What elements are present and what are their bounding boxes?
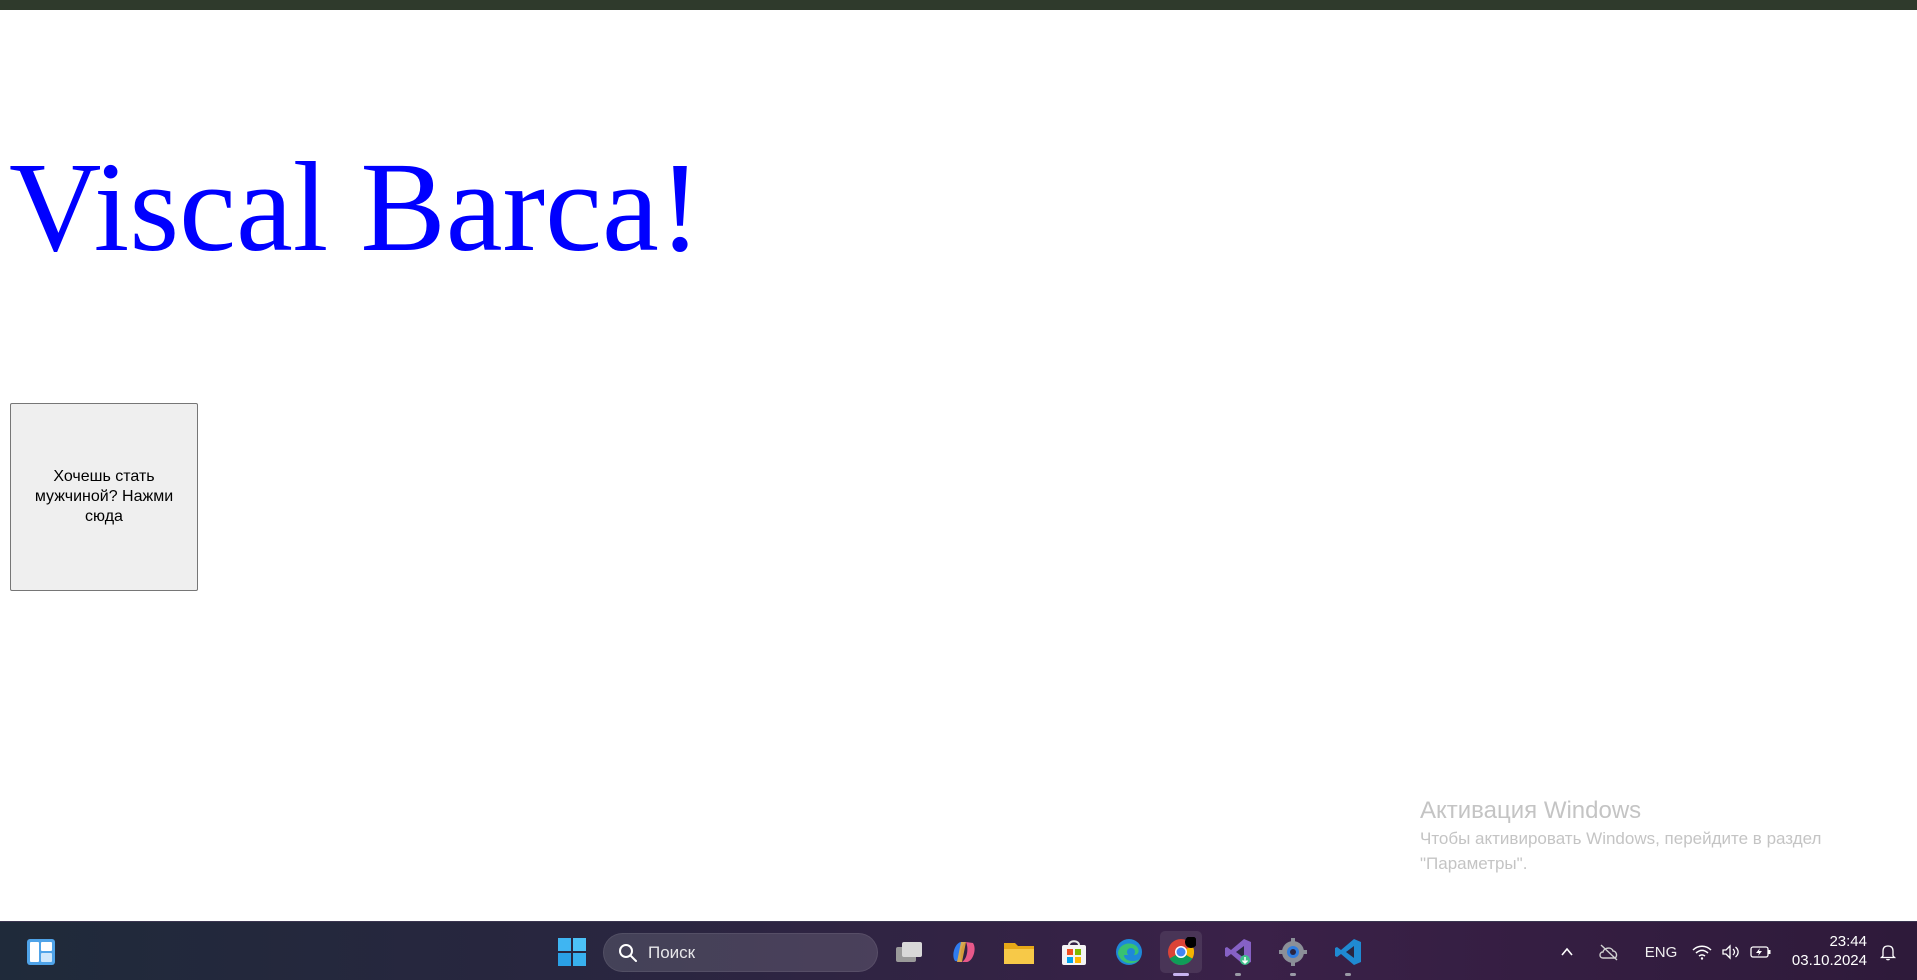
network-button[interactable]: [1690, 940, 1714, 964]
watermark-line-2: "Параметры".: [1420, 854, 1528, 873]
windows-activation-watermark: Активация Windows Чтобы активировать Win…: [1420, 796, 1821, 876]
notifications-button[interactable]: [1876, 940, 1900, 964]
running-indicator: [1345, 973, 1351, 976]
edge-button[interactable]: [1108, 931, 1150, 973]
microsoft-store-button[interactable]: [1053, 931, 1095, 973]
web-page: Viscal Barca! Хочешь стать мужчиной? Наж…: [0, 10, 1917, 921]
running-indicator: [1290, 973, 1296, 976]
visual-studio-icon: [1225, 939, 1251, 965]
microsoft-store-icon: [1062, 940, 1086, 965]
taskbar: Поиск ENG 23:44 03.10.2024: [0, 921, 1917, 980]
widgets-icon[interactable]: [20, 931, 62, 973]
cloud-off-icon: [1599, 944, 1618, 961]
bell-icon: [1879, 945, 1897, 961]
clock-time: 23:44: [1829, 933, 1867, 950]
start-button[interactable]: [551, 931, 593, 973]
watermark-title: Активация Windows: [1420, 797, 1642, 824]
become-man-button[interactable]: Хочешь стать мужчиной? Нажми сюда: [10, 403, 198, 591]
watermark-line-1: Чтобы активировать Windows, перейдите в …: [1420, 829, 1822, 848]
active-indicator: [1173, 973, 1189, 976]
file-explorer-icon: [1004, 943, 1034, 964]
windows-logo-icon: [558, 938, 586, 966]
settings-button[interactable]: [1272, 931, 1314, 976]
wifi-icon: [1692, 945, 1712, 960]
task-view-icon: [896, 942, 922, 962]
file-explorer-button[interactable]: [998, 931, 1040, 973]
volume-button[interactable]: [1719, 940, 1743, 964]
chrome-button[interactable]: [1160, 931, 1202, 976]
search-placeholder: Поиск: [648, 942, 696, 962]
vscode-icon: [1335, 939, 1361, 965]
page-heading: Viscal Barca!: [9, 136, 702, 278]
chevron-up-icon: [1561, 947, 1573, 956]
copilot-button[interactable]: [943, 931, 985, 973]
onedrive-button[interactable]: [1597, 940, 1621, 964]
settings-icon: [1279, 938, 1307, 966]
taskbar-clock[interactable]: 23:44 03.10.2024: [1792, 932, 1867, 970]
browser-top-strip: [0, 0, 1917, 10]
clock-date: 03.10.2024: [1791, 952, 1867, 969]
task-view-button[interactable]: [888, 931, 930, 973]
battery-charging-icon: [1750, 946, 1771, 958]
visual-studio-button[interactable]: [1217, 931, 1259, 976]
chrome-icon: [1168, 937, 1196, 966]
speaker-icon: [1722, 944, 1739, 960]
edge-icon: [1116, 939, 1142, 965]
taskbar-search[interactable]: Поиск: [603, 933, 878, 972]
vscode-button[interactable]: [1327, 931, 1369, 976]
battery-button[interactable]: [1748, 940, 1774, 964]
language-indicator[interactable]: ENG: [1641, 940, 1681, 964]
show-hidden-icons-button[interactable]: [1556, 940, 1578, 964]
copilot-icon: [953, 942, 975, 962]
running-indicator: [1235, 973, 1241, 976]
search-icon: [619, 943, 637, 962]
